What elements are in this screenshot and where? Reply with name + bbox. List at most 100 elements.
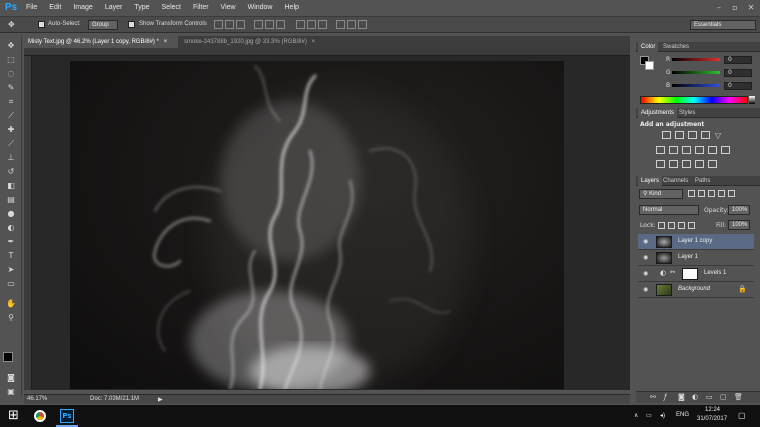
add-mask-icon[interactable]: ◙: [678, 393, 685, 401]
opacity-field[interactable]: 100%: [728, 205, 750, 215]
layer-row[interactable]: ◉ Background 🔒: [638, 282, 754, 298]
gradient-map-icon[interactable]: [695, 160, 704, 168]
menu-select[interactable]: Select: [156, 0, 187, 16]
align-right-icon[interactable]: [276, 20, 285, 29]
volume-icon[interactable]: ◂): [660, 412, 665, 419]
pen-icon[interactable]: ✒: [4, 236, 18, 248]
zoom-level[interactable]: 46.17%: [27, 396, 47, 402]
menu-type[interactable]: Type: [128, 0, 155, 16]
layer-mask-thumbnail[interactable]: [682, 268, 698, 280]
tab-paths[interactable]: Paths: [692, 176, 713, 186]
lock-position-icon[interactable]: [678, 222, 685, 229]
brush-icon[interactable]: ⟋: [4, 138, 18, 150]
menu-layer[interactable]: Layer: [99, 0, 129, 16]
red-track[interactable]: [672, 58, 720, 61]
menu-image[interactable]: Image: [67, 0, 98, 16]
layer-row[interactable]: ◉ Layer 1: [638, 250, 754, 266]
visibility-eye-icon[interactable]: ◉: [643, 286, 648, 293]
menu-edit[interactable]: Edit: [43, 0, 67, 16]
gradient-icon[interactable]: ▤: [4, 194, 18, 206]
path-select-icon[interactable]: ➤: [4, 264, 18, 276]
menu-view[interactable]: View: [215, 0, 242, 16]
auto-select-dropdown[interactable]: Group: [88, 20, 118, 30]
vibrance-icon[interactable]: ▽: [714, 131, 723, 140]
fill-field[interactable]: 100%: [728, 220, 750, 230]
auto-select-checkbox[interactable]: [38, 21, 45, 28]
layer-name[interactable]: Levels 1: [704, 270, 726, 276]
channel-mixer-icon[interactable]: [708, 146, 717, 154]
fx-icon[interactable]: ƒ: [664, 393, 666, 401]
visibility-eye-icon[interactable]: ◉: [643, 254, 648, 261]
selective-color-icon[interactable]: [708, 160, 717, 168]
visibility-eye-icon[interactable]: ◉: [643, 270, 648, 277]
new-adjustment-icon[interactable]: ◐: [692, 393, 698, 401]
black-white-icon[interactable]: [682, 146, 691, 154]
layer-name[interactable]: Layer 1 copy: [678, 238, 712, 244]
lock-all-icon[interactable]: [688, 222, 695, 229]
hand-icon[interactable]: ✋: [4, 298, 18, 310]
red-value[interactable]: 0: [724, 56, 752, 64]
blue-slider[interactable]: B 0: [666, 82, 752, 90]
tab-channels[interactable]: Channels: [660, 176, 691, 186]
close-tab-icon[interactable]: ×: [312, 39, 316, 45]
blue-track[interactable]: [672, 84, 720, 87]
menu-filter[interactable]: Filter: [187, 0, 215, 16]
posterize-icon[interactable]: [669, 160, 678, 168]
distribute-right-icon[interactable]: [358, 20, 367, 29]
document-image[interactable]: [70, 61, 564, 389]
show-transform-checkbox[interactable]: [128, 21, 135, 28]
healing-brush-icon[interactable]: ✚: [4, 124, 18, 136]
minimize-button[interactable]: –: [712, 2, 726, 13]
distribute-vcenter-icon[interactable]: [307, 20, 316, 29]
menu-help[interactable]: Help: [279, 0, 305, 16]
windows-start-icon[interactable]: ⊞: [8, 408, 19, 423]
layer-name[interactable]: Layer 1: [678, 254, 698, 260]
lasso-icon[interactable]: ◌: [4, 68, 18, 80]
maximize-button[interactable]: ▫: [728, 2, 742, 13]
filter-smart-icon[interactable]: [728, 190, 735, 197]
move-icon[interactable]: ✥: [4, 40, 18, 52]
zoom-icon[interactable]: ⚲: [4, 312, 18, 324]
filter-type-icon[interactable]: [708, 190, 715, 197]
photoshop-taskbar-icon[interactable]: Ps: [60, 409, 74, 423]
green-value[interactable]: 0: [724, 69, 752, 77]
align-left-icon[interactable]: [254, 20, 263, 29]
exposure-icon[interactable]: [701, 131, 710, 139]
dodge-icon[interactable]: ◐: [4, 222, 18, 234]
layer-filter-dropdown[interactable]: ⚲ Kind: [639, 189, 683, 199]
align-bottom-icon[interactable]: [236, 20, 245, 29]
filter-adjust-icon[interactable]: [698, 190, 705, 197]
filter-shape-icon[interactable]: [718, 190, 725, 197]
clock-time[interactable]: 12:24: [705, 407, 720, 413]
language-indicator[interactable]: ENG: [676, 412, 689, 418]
eraser-icon[interactable]: ◧: [4, 180, 18, 192]
layer-row[interactable]: ◉ ◐ ⚯ Levels 1: [638, 266, 754, 282]
new-layer-icon[interactable]: ▢: [720, 393, 727, 401]
distribute-left-icon[interactable]: [336, 20, 345, 29]
chrome-icon[interactable]: [34, 410, 46, 422]
quick-select-icon[interactable]: ✎: [4, 82, 18, 94]
tray-arrow-icon[interactable]: ∧: [634, 412, 638, 419]
distribute-top-icon[interactable]: [296, 20, 305, 29]
crop-icon[interactable]: ⌗: [4, 96, 18, 108]
photo-filter-icon[interactable]: [695, 146, 704, 154]
bw-ramp[interactable]: [749, 96, 755, 104]
blend-mode-dropdown[interactable]: Normal: [639, 205, 699, 215]
color-lookup-icon[interactable]: [721, 146, 730, 154]
delete-layer-icon[interactable]: 🗑: [734, 393, 743, 401]
tab-layers[interactable]: Layers: [638, 176, 663, 186]
levels-icon[interactable]: [675, 131, 684, 139]
red-slider[interactable]: R 0: [666, 56, 752, 64]
clone-stamp-icon[interactable]: ⊥: [4, 152, 18, 164]
eyedropper-icon[interactable]: ⟋: [4, 110, 18, 122]
color-spectrum[interactable]: [640, 96, 748, 104]
notifications-icon[interactable]: ▢: [738, 411, 746, 420]
tab-styles[interactable]: Styles: [676, 108, 698, 118]
tab-adjustments[interactable]: Adjustments: [638, 108, 678, 118]
layer-row[interactable]: ◉ Layer 1 copy: [638, 234, 754, 250]
shape-icon[interactable]: ▭: [4, 278, 18, 290]
hue-saturation-icon[interactable]: [656, 146, 665, 154]
invert-icon[interactable]: [656, 160, 665, 168]
color-balance-icon[interactable]: [669, 146, 678, 154]
align-top-icon[interactable]: [214, 20, 223, 29]
